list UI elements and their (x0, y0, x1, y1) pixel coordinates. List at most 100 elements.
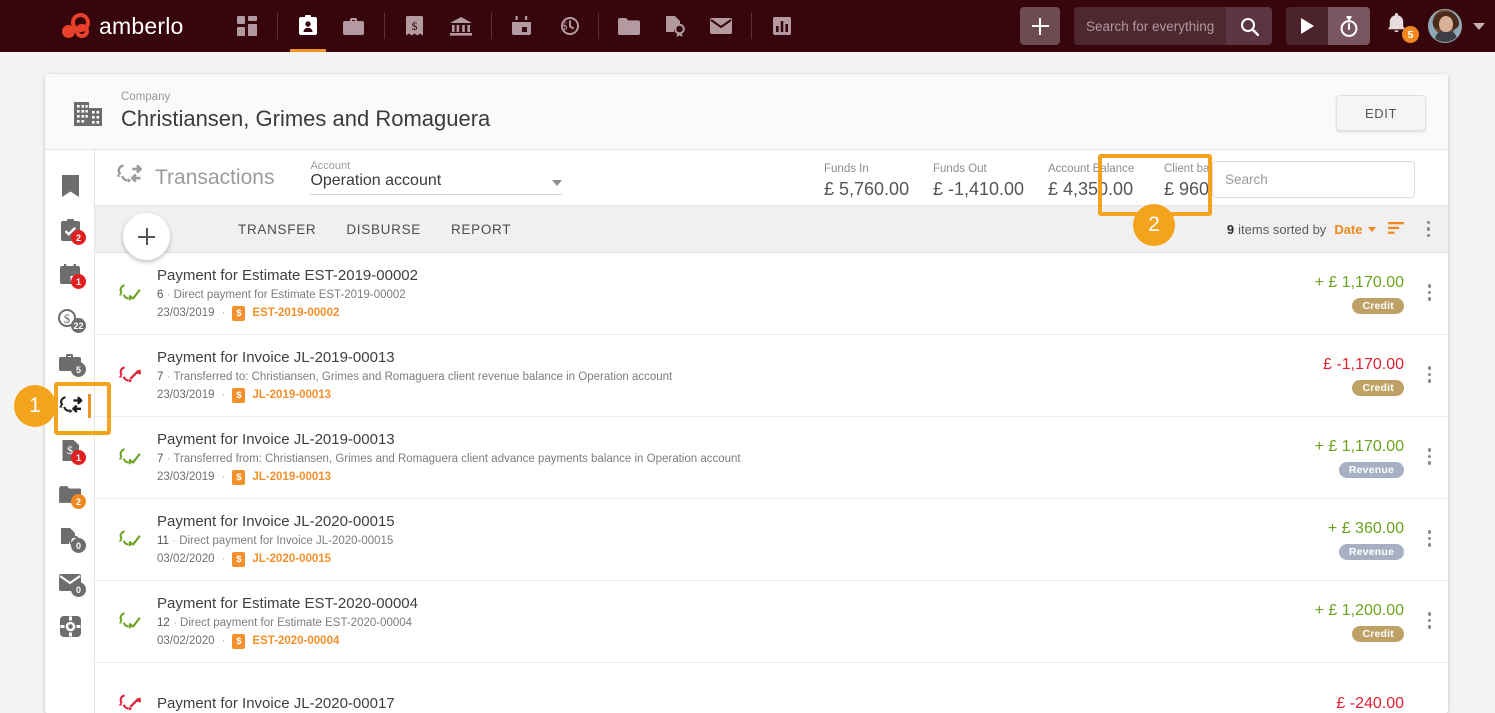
document-link[interactable]: EST-2019-00002 (252, 307, 339, 319)
play-icon[interactable] (1286, 7, 1328, 45)
table-row[interactable]: Payment for Estimate EST-2019-00002 6 · … (95, 253, 1448, 335)
report-button[interactable]: REPORT (451, 222, 511, 237)
global-search (1074, 7, 1272, 45)
dashboard-icon[interactable] (224, 0, 270, 52)
transaction-in-icon (115, 611, 145, 633)
document-seal-icon[interactable] (652, 0, 698, 52)
transaction-date: 23/03/2019 (157, 471, 215, 483)
stat-value: £ 5,760.00 (824, 179, 910, 199)
page-title: Christiansen, Grimes and Romaguera (121, 106, 491, 131)
table-row[interactable]: Payment for Invoice JL-2020-00015 11 · D… (95, 499, 1448, 581)
chevron-down-icon[interactable] (1473, 22, 1485, 30)
sidebar-item-matters[interactable]: 5 (45, 340, 95, 384)
folder-icon[interactable] (606, 0, 652, 52)
nav-right-group: 5 (1020, 7, 1485, 45)
transaction-title: Payment for Invoice JL-2020-00017 (157, 695, 395, 712)
transaction-meta: 23/03/2019 · $ JL-2019-00013 (157, 469, 332, 485)
transaction-in-icon (115, 447, 145, 469)
document-link[interactable]: JL-2019-00013 (252, 389, 331, 401)
transaction-title: Payment for Invoice JL-2019-00013 (157, 348, 395, 366)
transactions-list: Payment for Estimate EST-2019-00002 6 · … (95, 253, 1448, 713)
reports-icon[interactable] (759, 0, 805, 52)
company-header: Company Christiansen, Grimes and Romague… (45, 74, 1448, 150)
nav-divider (276, 13, 278, 39)
transactions-icon (115, 163, 143, 192)
brand-logo[interactable]: amberlo (62, 13, 184, 40)
contacts-icon[interactable] (285, 0, 331, 52)
edit-button[interactable]: EDIT (1336, 95, 1426, 131)
sidebar-item-book[interactable] (45, 164, 95, 208)
transaction-amount-group: £ -240.00 (1258, 695, 1448, 713)
chevron-down-icon[interactable] (552, 180, 563, 186)
account-label: Account (310, 160, 351, 172)
document-link[interactable]: JL-2020-00015 (252, 553, 331, 565)
sort-field[interactable]: Date (1334, 222, 1362, 237)
sidebar-item-calendar[interactable]: 1 (45, 252, 95, 296)
sidebar-item-documents[interactable]: 2 (45, 472, 95, 516)
transaction-in-icon (115, 283, 145, 305)
badge-count: 2 (71, 230, 86, 245)
row-more-options-icon[interactable] (1427, 530, 1431, 547)
amberlo-logo-icon (62, 13, 92, 39)
row-more-options-icon[interactable] (1427, 448, 1431, 465)
avatar[interactable] (1428, 9, 1462, 43)
search-icon[interactable] (1414, 162, 1415, 197)
invoice-icon[interactable]: $ (392, 0, 438, 52)
transaction-desc-text: Direct payment for Estimate EST-2020-000… (180, 616, 413, 629)
nav-divider (383, 13, 385, 39)
table-row[interactable]: Payment for Invoice JL-2019-00013 7 · Tr… (95, 335, 1448, 417)
notification-count-badge: 5 (1402, 26, 1419, 43)
add-button[interactable] (1020, 7, 1060, 45)
table-row[interactable]: Payment for Invoice JL-2020-00017 £ -240… (95, 663, 1448, 713)
stat-funds-out: Funds Out £ -1,410.00 (933, 163, 1024, 200)
add-transaction-button[interactable] (123, 213, 170, 260)
transaction-amount-group: £ -1,170.00 Credit (1258, 356, 1448, 396)
transaction-number: 6 (157, 288, 164, 301)
document-icon: $ (232, 387, 246, 403)
sidebar-item-contracts[interactable]: 0 (45, 516, 95, 560)
row-more-options-icon[interactable] (1427, 612, 1431, 629)
status-badge: Revenue (1338, 543, 1404, 560)
badge-count: 0 (71, 582, 86, 597)
notifications-bell-icon[interactable]: 5 (1386, 13, 1419, 43)
time-money-icon[interactable]: $ (545, 0, 591, 52)
transfer-button[interactable]: TRANSFER (238, 222, 316, 237)
mail-icon[interactable] (698, 0, 744, 52)
chevron-down-icon[interactable] (1367, 226, 1376, 232)
document-link[interactable]: EST-2020-00004 (252, 635, 339, 647)
sidebar-item-invoices[interactable]: $ 1 (45, 428, 95, 472)
document-link[interactable]: JL-2019-00013 (252, 471, 331, 483)
briefcase-icon[interactable] (331, 0, 377, 52)
more-options-icon[interactable] (1426, 220, 1430, 238)
account-select[interactable]: Account Operation account (310, 160, 563, 195)
disburse-button[interactable]: DISBURSE (346, 222, 421, 237)
sidebar-item-settings[interactable] (45, 604, 95, 648)
sidebar-item-tasks[interactable]: 2 (45, 208, 95, 252)
transaction-desc-text: Direct payment for Estimate EST-2019-000… (173, 288, 406, 301)
transaction-number: 11 (157, 534, 169, 547)
bank-icon[interactable] (438, 0, 484, 52)
calendar-icon[interactable] (499, 0, 545, 52)
global-search-input[interactable] (1074, 7, 1226, 45)
stopwatch-icon[interactable] (1328, 7, 1370, 45)
sort-direction-icon[interactable] (1387, 221, 1405, 238)
status-badge: Credit (1352, 297, 1404, 314)
row-more-options-icon[interactable] (1427, 366, 1431, 383)
stat-account-balance: Account Balance £ 4,350.00 (1048, 163, 1134, 200)
search-icon[interactable] (1226, 7, 1272, 45)
transaction-amount-group: + £ 1,170.00 Revenue (1258, 438, 1448, 478)
row-more-options-icon[interactable] (1427, 284, 1431, 301)
search-input[interactable] (1213, 162, 1414, 197)
badge-count: 5 (71, 362, 86, 377)
sidebar-item-time-billing[interactable]: $ 22 (45, 296, 95, 340)
transaction-out-icon (115, 365, 145, 387)
transactions-title: Transactions (155, 165, 275, 189)
transaction-in-icon (115, 529, 145, 551)
transaction-amount: £ -240.00 (1336, 694, 1404, 712)
sidebar-item-messages[interactable]: 0 (45, 560, 95, 604)
item-count: 9 (1226, 221, 1235, 237)
transaction-date: 03/02/2020 (157, 553, 215, 565)
table-row[interactable]: Payment for Invoice JL-2019-00013 7 · Tr… (95, 417, 1448, 499)
table-row[interactable]: Payment for Estimate EST-2020-00004 12 ·… (95, 581, 1448, 663)
nav-divider (597, 13, 599, 39)
